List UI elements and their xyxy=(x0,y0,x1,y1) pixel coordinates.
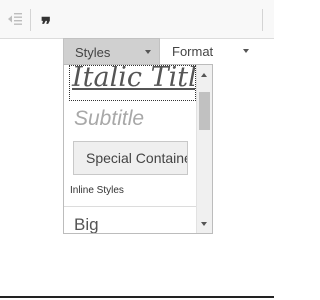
section-heading-inline-styles: Inline Styles xyxy=(70,185,124,196)
toolbar: ❞ xyxy=(0,0,274,39)
styles-dropdown[interactable]: Styles xyxy=(63,38,160,65)
style-item-italic-title[interactable]: Italic Title xyxy=(69,65,196,101)
scroll-up-icon[interactable] xyxy=(201,73,207,77)
bottom-border xyxy=(0,296,274,298)
toolbar-separator xyxy=(262,9,263,31)
scrollbar-thumb[interactable] xyxy=(199,92,210,130)
style-item-special-container[interactable]: Special Container xyxy=(73,141,188,175)
styles-menu-panel: Italic Title Subtitle Special Container … xyxy=(63,64,213,234)
chevron-down-icon xyxy=(145,50,151,54)
chevron-down-icon xyxy=(243,49,249,53)
styles-dropdown-label: Styles xyxy=(75,44,111,60)
scroll-down-icon[interactable] xyxy=(201,222,207,226)
toolbar-separator xyxy=(30,9,31,31)
menu-scrollbar[interactable] xyxy=(196,65,212,233)
style-item-big[interactable]: Big xyxy=(74,215,206,233)
format-dropdown[interactable]: Format xyxy=(164,38,257,65)
outdent-icon[interactable] xyxy=(4,0,26,38)
style-item-subtitle[interactable]: Subtitle xyxy=(74,107,206,131)
menu-divider xyxy=(64,206,196,207)
blockquote-icon[interactable]: ❞ xyxy=(34,0,58,44)
format-dropdown-label: Format xyxy=(172,44,214,59)
